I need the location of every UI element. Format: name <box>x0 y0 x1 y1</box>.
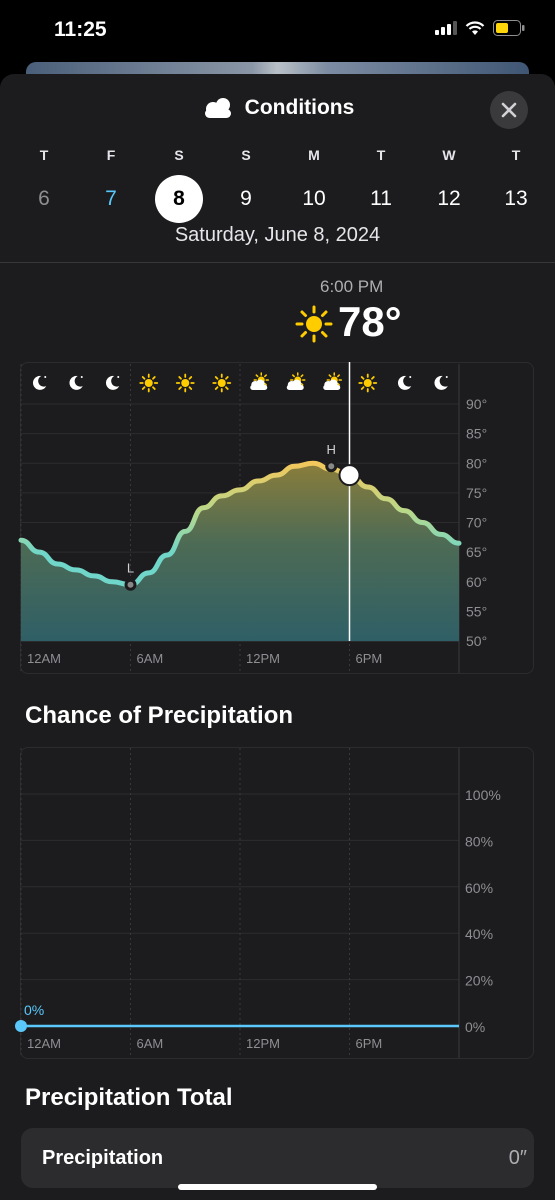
precip-y-tick-label: 100% <box>465 787 501 803</box>
home-indicator[interactable] <box>178 1184 377 1190</box>
precip-total-value: 0″ <box>508 1147 527 1169</box>
precip-current-label: 0% <box>24 1002 44 1018</box>
precip-y-tick-label: 40% <box>465 926 493 942</box>
precip-y-tick-label: 60% <box>465 880 493 896</box>
precip-total-title: Precipitation Total <box>25 1084 233 1111</box>
precip-x-tick-label: 6PM <box>356 1036 383 1051</box>
precip-current-point <box>15 1020 27 1032</box>
precip-y-tick-label: 80% <box>465 833 493 849</box>
precip-y-tick-label: 0% <box>465 1019 485 1035</box>
precip-x-tick-label: 12PM <box>246 1036 280 1051</box>
precip-x-tick-label: 12AM <box>27 1036 61 1051</box>
precip-x-tick-label: 6AM <box>137 1036 164 1051</box>
precip-y-tick-label: 20% <box>465 973 493 989</box>
precipitation-chart[interactable]: 100% 80% 60% 40% 20% 0% 12AM 6AM 12PM 6PM 0% <box>0 0 555 1070</box>
precip-total-label: Precipitation <box>42 1147 164 1169</box>
